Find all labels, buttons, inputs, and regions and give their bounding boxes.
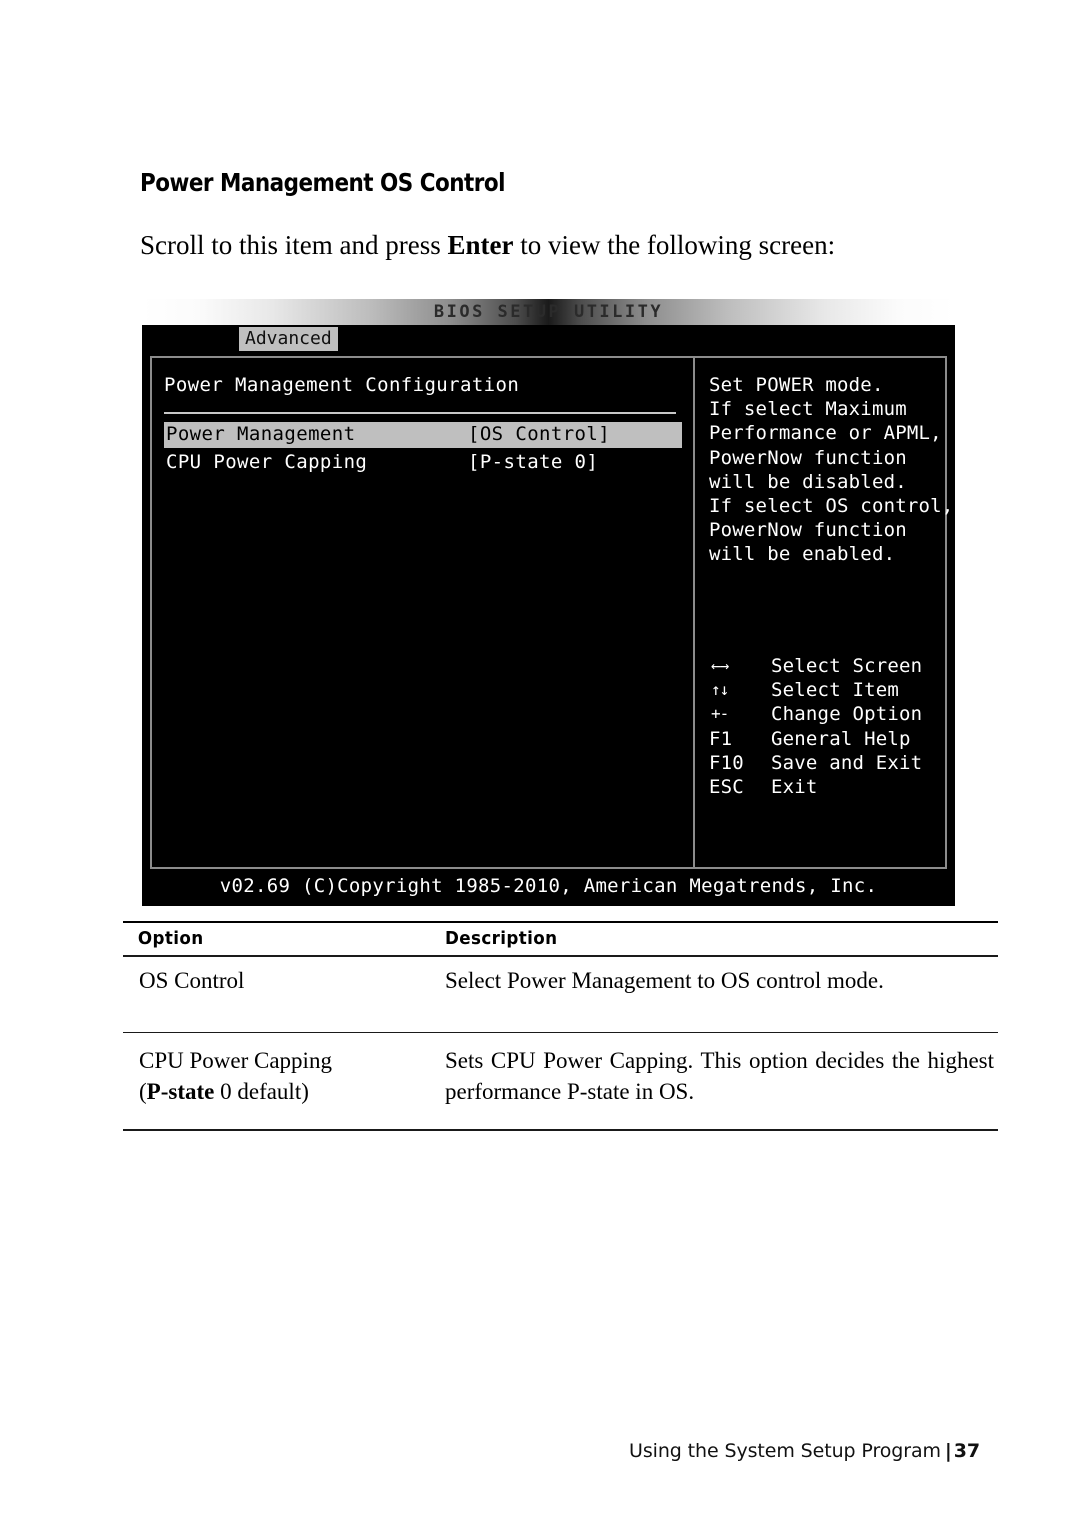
intro-keyword-enter: Enter — [447, 230, 514, 260]
key-legend-label-exit: Exit — [771, 775, 818, 798]
bios-setup-screenshot: BIOS SETUP UTILITY Advanced Power Manage… — [142, 299, 955, 906]
table-rule-bottom — [123, 1129, 998, 1131]
key-legend-label-select-screen: Select Screen — [771, 655, 923, 677]
key-legend-key-f1: F1 — [709, 727, 733, 750]
cell-description-os-control: Select Power Management to OS control mo… — [445, 967, 884, 993]
key-legend-key-esc: ESC — [709, 775, 744, 798]
key-legend-row-save-and-exit: F10 Save and Exit — [709, 751, 943, 775]
bios-tab-bar: Advanced — [142, 325, 955, 353]
bios-title-text: BIOS SETUP UTILITY — [433, 302, 664, 322]
bios-title-bar: BIOS SETUP UTILITY — [142, 299, 955, 325]
settings-group-title: Power Management Configuration — [164, 374, 520, 396]
key-legend-row-select-item: ↑↓ Select Item — [709, 678, 943, 702]
setting-row-power-management[interactable]: Power Management [OS Control] — [164, 422, 682, 448]
page-title: Power Management OS Control — [140, 168, 506, 197]
help-text: Set POWER mode. If select Maximum Perfor… — [709, 374, 954, 566]
footer-separator: | — [944, 1440, 952, 1462]
table-row: OS Control Select Power Management to OS… — [123, 957, 998, 1032]
key-legend-row-exit: ESC Exit — [709, 775, 943, 799]
tab-advanced[interactable]: Advanced — [239, 327, 338, 351]
table-row: CPU Power Capping (P-state 0 default) Se… — [123, 1033, 998, 1129]
key-legend-row-general-help: F1 General Help — [709, 727, 943, 751]
key-legend-key-f10: F10 — [709, 751, 744, 774]
plus-minus-icon: +- — [711, 704, 729, 724]
cpu-default-bold-pstate: P-state — [146, 1079, 215, 1105]
key-legend-label-select-item: Select Item — [771, 679, 900, 702]
key-legend-label-save-and-exit: Save and Exit — [771, 751, 923, 774]
bios-help-pane: Set POWER mode. If select Maximum Perfor… — [695, 358, 954, 867]
settings-separator — [164, 412, 676, 414]
cell-option-cpu-power-capping: CPU Power Capping (P-state 0 default) — [123, 1033, 445, 1129]
setting-label-cpu-power-capping: CPU Power Capping — [166, 451, 368, 473]
cell-option-os-control: OS Control — [139, 967, 245, 993]
footer-page-number: 37 — [953, 1440, 980, 1462]
bios-settings-pane: Power Management Configuration Power Man… — [152, 358, 693, 867]
intro-suffix: to view the following screen: — [513, 230, 836, 260]
document-page: Power Management OS Control Scroll to th… — [0, 0, 1080, 1532]
column-header-description: Description — [445, 928, 558, 949]
intro-sentence: Scroll to this item and press Enter to v… — [140, 230, 835, 261]
column-header-option: Option — [137, 928, 204, 949]
key-legend-row-change-option: +- Change Option — [709, 702, 943, 726]
cell-option-cpu-line1: CPU Power Capping — [139, 1048, 332, 1074]
key-legend-row-select-screen: ←→ Select Screen — [709, 654, 943, 678]
left-right-arrow-icon: ←→ — [711, 656, 729, 675]
key-legend-label-change-option: Change Option — [771, 703, 923, 726]
cell-description-cpu-power-capping: Sets CPU Power Capping. This option deci… — [445, 1048, 994, 1105]
cpu-default-open-paren: ( — [139, 1079, 147, 1105]
setting-value-power-management[interactable]: [OS Control] — [468, 423, 610, 445]
option-description-table: Option Description OS Control Select Pow… — [123, 921, 998, 1131]
setting-row-cpu-power-capping[interactable]: CPU Power Capping [P-state 0] — [164, 450, 682, 476]
key-legend: ←→ Select Screen ↑↓ Select Item +- Chang… — [709, 654, 943, 799]
key-legend-label-general-help: General Help — [771, 727, 911, 750]
up-down-arrow-icon: ↑↓ — [711, 680, 729, 700]
setting-value-cpu-power-capping[interactable]: [P-state 0] — [468, 451, 598, 473]
bios-copyright: v02.69 (C)Copyright 1985-2010, American … — [219, 875, 878, 897]
cpu-default-rest: 0 default) — [214, 1079, 309, 1105]
page-footer: Using the System Setup Program | 37 — [629, 1440, 980, 1462]
intro-prefix: Scroll to this item and press — [140, 230, 448, 260]
setting-label-power-management: Power Management — [166, 423, 356, 445]
bios-main-panel: Power Management Configuration Power Man… — [150, 356, 954, 869]
table-header-row: Option Description — [123, 923, 998, 955]
cell-option-cpu-line2: (P-state 0 default) — [139, 1076, 437, 1107]
footer-chapter-title: Using the System Setup Program — [629, 1440, 941, 1462]
